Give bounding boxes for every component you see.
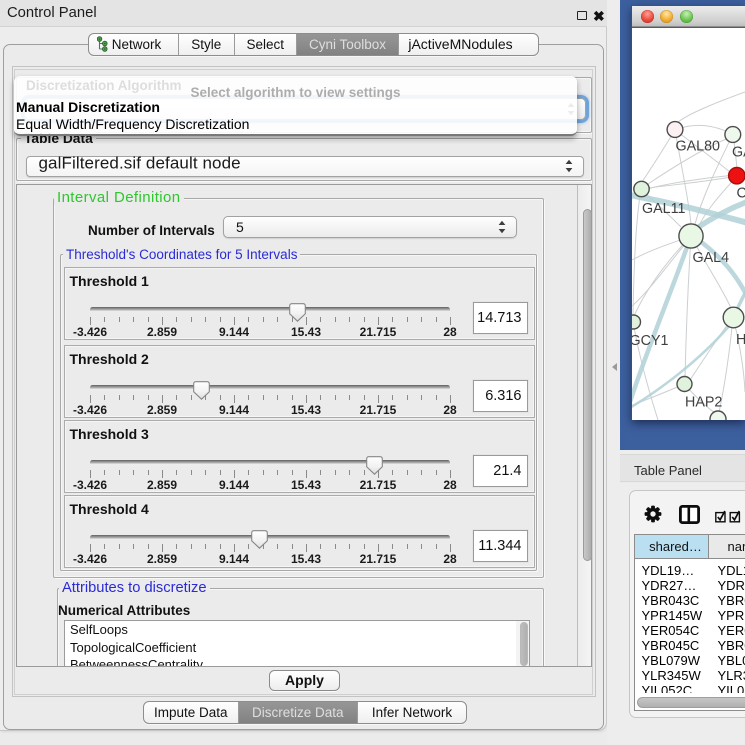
svg-text:GAL11: GAL11	[642, 201, 685, 217]
svg-text:GAL4: GAL4	[693, 250, 730, 266]
svg-text:HAP2: HAP2	[685, 395, 722, 411]
svg-text:H: H	[736, 332, 745, 348]
svg-text:C: C	[737, 186, 745, 202]
svg-text:GA: GA	[732, 145, 745, 161]
svg-text:GAL80: GAL80	[676, 139, 721, 155]
svg-text:GCY1: GCY1	[632, 333, 668, 349]
